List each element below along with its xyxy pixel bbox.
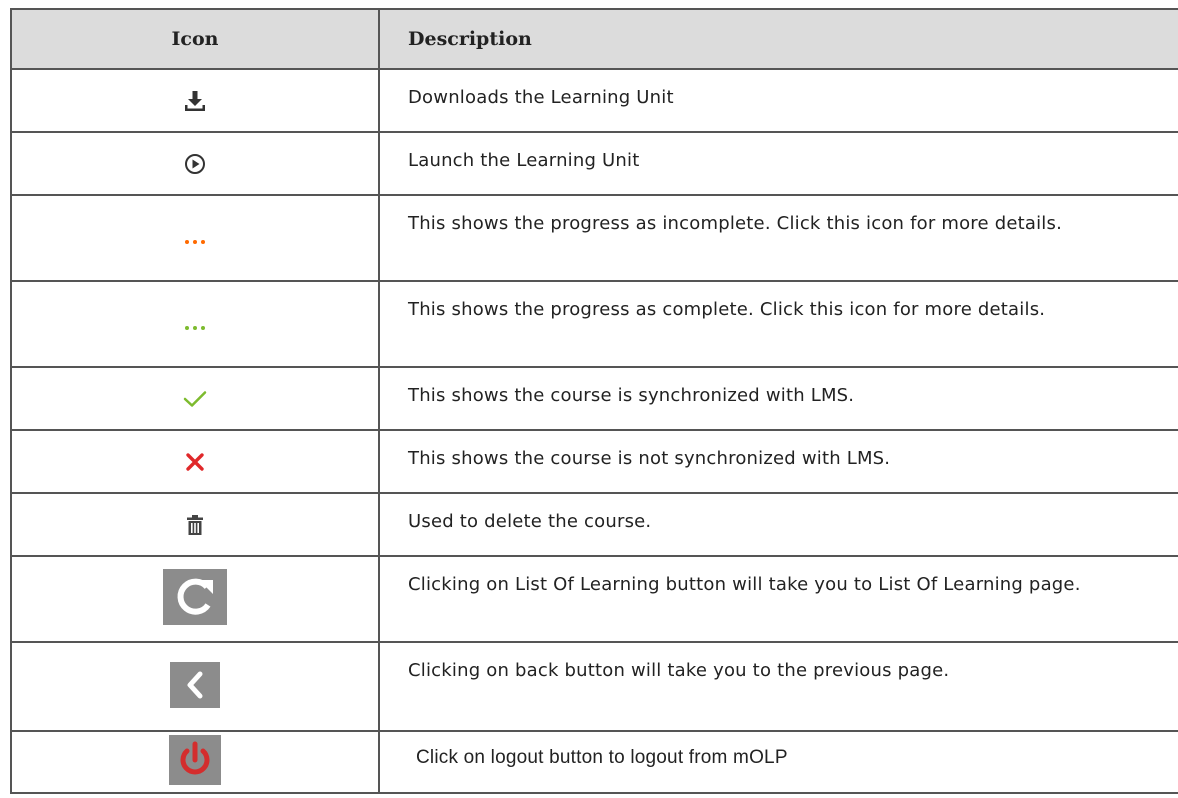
green-dots-icon [183, 325, 207, 330]
trash-icon [186, 514, 204, 536]
description-cell: Click on logout button to logout from mO… [378, 730, 1178, 794]
icon-description-table: Icon Description Downloads the Learning [10, 8, 1178, 794]
icon-cell [10, 492, 380, 557]
icon-cell [10, 194, 380, 282]
download-icon [184, 90, 206, 112]
table-row: Clicking on back button will take you to… [10, 641, 1178, 732]
table-row: Click on logout button to logout from mO… [10, 730, 1178, 794]
icon-cell [10, 555, 380, 643]
table-header-row: Icon Description [10, 8, 1178, 70]
description-cell: This shows the progress as complete. Cli… [378, 280, 1178, 368]
row-description: Downloads the Learning Unit [408, 87, 674, 108]
back-button-icon [170, 661, 220, 708]
row-description: This shows the progress as incomplete. C… [408, 213, 1062, 234]
icon-cell [10, 366, 380, 431]
table-row: This shows the course is synchronized wi… [10, 366, 1178, 431]
description-cell: Used to delete the course. [378, 492, 1178, 557]
play-circle-icon [184, 153, 206, 175]
icon-column-header: Icon [10, 8, 380, 70]
icon-cell [10, 131, 380, 196]
icon-cell [10, 730, 380, 794]
orange-dots-icon [183, 239, 207, 244]
icon-cell [10, 429, 380, 494]
table-row: This shows the progress as complete. Cli… [10, 280, 1178, 368]
row-description: Click on logout button to logout from mO… [416, 747, 788, 768]
row-description: Clicking on List Of Learning button will… [408, 574, 1081, 595]
icon-cell [10, 641, 380, 732]
description-cell: This shows the progress as incomplete. C… [378, 194, 1178, 282]
icon-cell [10, 68, 380, 133]
table-row: Clicking on List Of Learning button will… [10, 555, 1178, 643]
row-description: Clicking on back button will take you to… [408, 660, 950, 681]
table-row: Used to delete the course. [10, 492, 1178, 557]
description-cell: This shows the course is synchronized wi… [378, 366, 1178, 431]
description-cell: This shows the course is not synchronize… [378, 429, 1178, 494]
row-description: This shows the progress as complete. Cli… [408, 299, 1046, 320]
description-column-header: Description [378, 8, 1178, 70]
row-description: This shows the course is synchronized wi… [408, 385, 855, 406]
cross-icon [185, 452, 205, 472]
refresh-button-icon [163, 569, 227, 625]
row-description: Used to delete the course. [408, 511, 652, 532]
table-row: This shows the course is not synchronize… [10, 429, 1178, 494]
icon-cell [10, 280, 380, 368]
table-row: Downloads the Learning Unit [10, 68, 1178, 133]
table-row: Launch the Learning Unit [10, 131, 1178, 196]
table-row: This shows the progress as incomplete. C… [10, 194, 1178, 282]
description-cell: Clicking on back button will take you to… [378, 641, 1178, 732]
description-cell: Clicking on List Of Learning button will… [378, 555, 1178, 643]
row-description: Launch the Learning Unit [408, 150, 640, 171]
row-description: This shows the course is not synchronize… [408, 448, 891, 469]
description-cell: Downloads the Learning Unit [378, 68, 1178, 133]
logout-button-icon [169, 735, 221, 785]
checkmark-icon [183, 390, 207, 408]
description-cell: Launch the Learning Unit [378, 131, 1178, 196]
